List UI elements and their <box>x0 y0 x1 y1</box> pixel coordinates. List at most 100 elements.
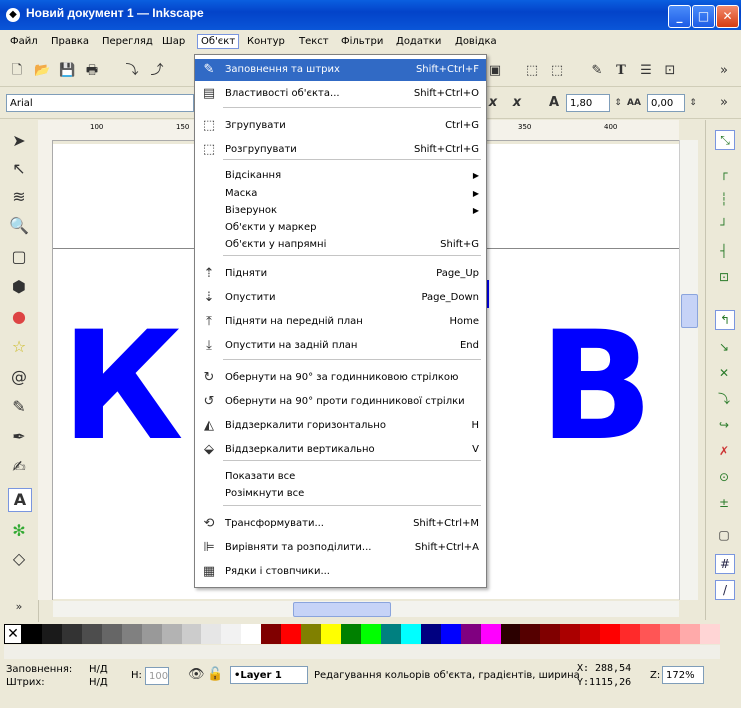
menu-item-1[interactable]: ▤ Властивості об'єкта... Shift+Ctrl+O <box>195 83 486 105</box>
snap-grid-icon[interactable]: # <box>715 554 735 574</box>
3d-box-tool-icon[interactable]: ⬢ <box>8 276 30 298</box>
color-swatch[interactable] <box>181 624 202 644</box>
menu-item-4[interactable]: Відсікання ▶ <box>195 167 486 184</box>
menu-view[interactable]: Перегляд <box>102 36 153 47</box>
close-button[interactable]: ✕ <box>716 5 739 28</box>
snap-path-intersection-icon[interactable]: ✕ <box>715 364 733 382</box>
export-icon[interactable]: ⤴ <box>149 63 165 79</box>
menu-item-13[interactable]: ↻ Обернути на 90° за годинниковою стрілко… <box>195 367 486 389</box>
no-color-swatch[interactable]: ✕ <box>4 624 22 644</box>
fill-stroke-tool-icon[interactable]: ✎ <box>589 63 605 79</box>
pen-tool-icon[interactable]: ✒ <box>8 426 30 448</box>
menu-item-2[interactable]: ⬚ Згрупувати Ctrl+G <box>195 115 486 137</box>
color-swatch[interactable] <box>321 624 341 644</box>
menu-item-9[interactable]: ⇡ Підняти Page_Up <box>195 263 486 285</box>
rectangle-tool-icon[interactable]: ▢ <box>8 246 30 268</box>
toggle-visibility-icon[interactable]: 👁 <box>188 667 205 683</box>
color-swatch[interactable] <box>201 624 222 644</box>
canvas-text-left[interactable]: К <box>61 312 184 462</box>
color-swatch[interactable] <box>400 624 421 644</box>
snap-smooth-nodes-icon[interactable]: ↪ <box>715 416 733 434</box>
lock-layer-icon[interactable]: 🔓 <box>207 667 223 683</box>
ellipse-tool-icon[interactable]: ● <box>8 306 30 328</box>
eraser-tool-icon[interactable]: ◇ <box>8 548 30 570</box>
more-tools-icon[interactable]: » <box>8 596 30 618</box>
line-spacing-spinner-icon[interactable]: ⇕ <box>610 95 626 111</box>
text-tool-icon[interactable]: A <box>8 488 32 512</box>
snap-bbox-midpoint-icon[interactable]: ┤ <box>715 242 733 260</box>
menu-item-14[interactable]: ↺ Обернути на 90° проти годинникової стрі… <box>195 391 486 413</box>
color-swatch[interactable] <box>121 624 142 644</box>
color-swatch[interactable] <box>81 624 102 644</box>
color-swatch[interactable] <box>500 624 521 644</box>
minimize-button[interactable]: _ <box>668 5 691 28</box>
color-swatch[interactable] <box>341 624 361 644</box>
horizontal-scroll-thumb[interactable] <box>293 602 391 617</box>
import-icon[interactable]: ⤵ <box>124 63 140 79</box>
star-tool-icon[interactable]: ☆ <box>8 336 30 358</box>
canvas-text-right[interactable]: В <box>539 312 653 462</box>
snap-bbox-corner-icon[interactable]: ┘ <box>715 216 733 234</box>
color-swatch[interactable] <box>420 624 441 644</box>
snap-enable-icon[interactable]: ⤡ <box>715 130 735 150</box>
menu-path[interactable]: Контур <box>247 36 285 47</box>
snap-bbox-icon[interactable]: ┌ <box>715 164 733 182</box>
color-swatch[interactable] <box>540 624 561 644</box>
color-swatch[interactable] <box>241 624 262 644</box>
snap-object-center-icon[interactable]: ⊙ <box>715 468 733 486</box>
menu-item-0[interactable]: ✎ Заповнення та штрих Shift+Ctrl+F <box>195 59 486 81</box>
color-swatch[interactable] <box>460 624 481 644</box>
opacity-input[interactable]: 100 <box>145 667 169 685</box>
color-swatch[interactable] <box>520 624 541 644</box>
color-swatch[interactable] <box>620 624 641 644</box>
color-swatch[interactable] <box>22 624 42 644</box>
subscript-icon[interactable]: x <box>485 95 501 111</box>
xml-editor-icon[interactable]: ☰ <box>638 63 654 79</box>
group-tool-icon[interactable]: ⬚ <box>524 63 540 79</box>
line-spacing-input[interactable]: 1,80 <box>566 94 610 112</box>
zoom-input[interactable]: 172% <box>662 666 704 684</box>
selector-tool-icon[interactable]: ➤ <box>8 130 30 152</box>
save-icon[interactable]: 💾 <box>59 63 75 79</box>
new-document-icon[interactable]: 🗋 <box>9 63 25 79</box>
text-font-icon[interactable]: T <box>613 63 629 79</box>
pencil-tool-icon[interactable]: ✎ <box>8 396 30 418</box>
color-swatch[interactable] <box>360 624 381 644</box>
vertical-scroll-thumb[interactable] <box>681 294 698 328</box>
menu-item-20[interactable]: ⊫ Вирівняти та розподілити... Shift+Ctrl+A <box>195 537 486 559</box>
menu-item-6[interactable]: Візерунок ▶ <box>195 202 486 219</box>
color-swatch[interactable] <box>161 624 182 644</box>
color-swatch[interactable] <box>281 624 302 644</box>
color-swatch[interactable] <box>101 624 122 644</box>
color-swatch[interactable] <box>560 624 581 644</box>
menu-edit[interactable]: Правка <box>51 36 89 47</box>
menu-item-19[interactable]: ⟲ Трансформувати... Shift+Ctrl+M <box>195 513 486 535</box>
calligraphy-tool-icon[interactable]: ✍ <box>8 456 30 478</box>
color-swatch[interactable] <box>380 624 401 644</box>
menu-item-11[interactable]: ⤒ Підняти на передній план Home <box>195 311 486 333</box>
menu-text[interactable]: Текст <box>299 36 329 47</box>
spiral-tool-icon[interactable]: @ <box>8 366 30 388</box>
color-swatch[interactable] <box>679 624 700 644</box>
menu-item-18[interactable]: Розімкнути все <box>195 485 486 502</box>
snap-cusp-nodes-icon[interactable]: ⤵ <box>715 390 733 408</box>
node-tool-icon[interactable]: ↖ <box>8 158 30 180</box>
menu-layer[interactable]: Шар <box>162 36 185 47</box>
color-swatch[interactable] <box>600 624 621 644</box>
menu-filters[interactable]: Фільтри <box>341 36 383 47</box>
snap-path-icon[interactable]: ↘ <box>715 338 733 356</box>
more-text-options-icon[interactable]: » <box>716 95 732 111</box>
font-family-input[interactable]: Arial <box>6 94 194 112</box>
menu-item-12[interactable]: ⤓ Опустити на задній план End <box>195 335 486 357</box>
color-swatch[interactable] <box>580 624 601 644</box>
superscript-icon[interactable]: x <box>509 95 525 111</box>
snap-bbox-edge-icon[interactable]: ┆ <box>715 190 733 208</box>
color-swatch[interactable] <box>141 624 162 644</box>
print-icon[interactable]: 🖶 <box>84 63 100 79</box>
letter-spacing-spinner-icon[interactable]: ⇕ <box>685 95 701 111</box>
menu-help[interactable]: Довідка <box>455 36 497 47</box>
stroke-value[interactable]: Н/Д <box>89 677 108 689</box>
snap-nodes-icon[interactable]: ↰ <box>715 310 735 330</box>
letter-spacing-input[interactable]: 0,00 <box>647 94 685 112</box>
menu-item-7[interactable]: Об'єкти у маркер <box>195 219 486 236</box>
